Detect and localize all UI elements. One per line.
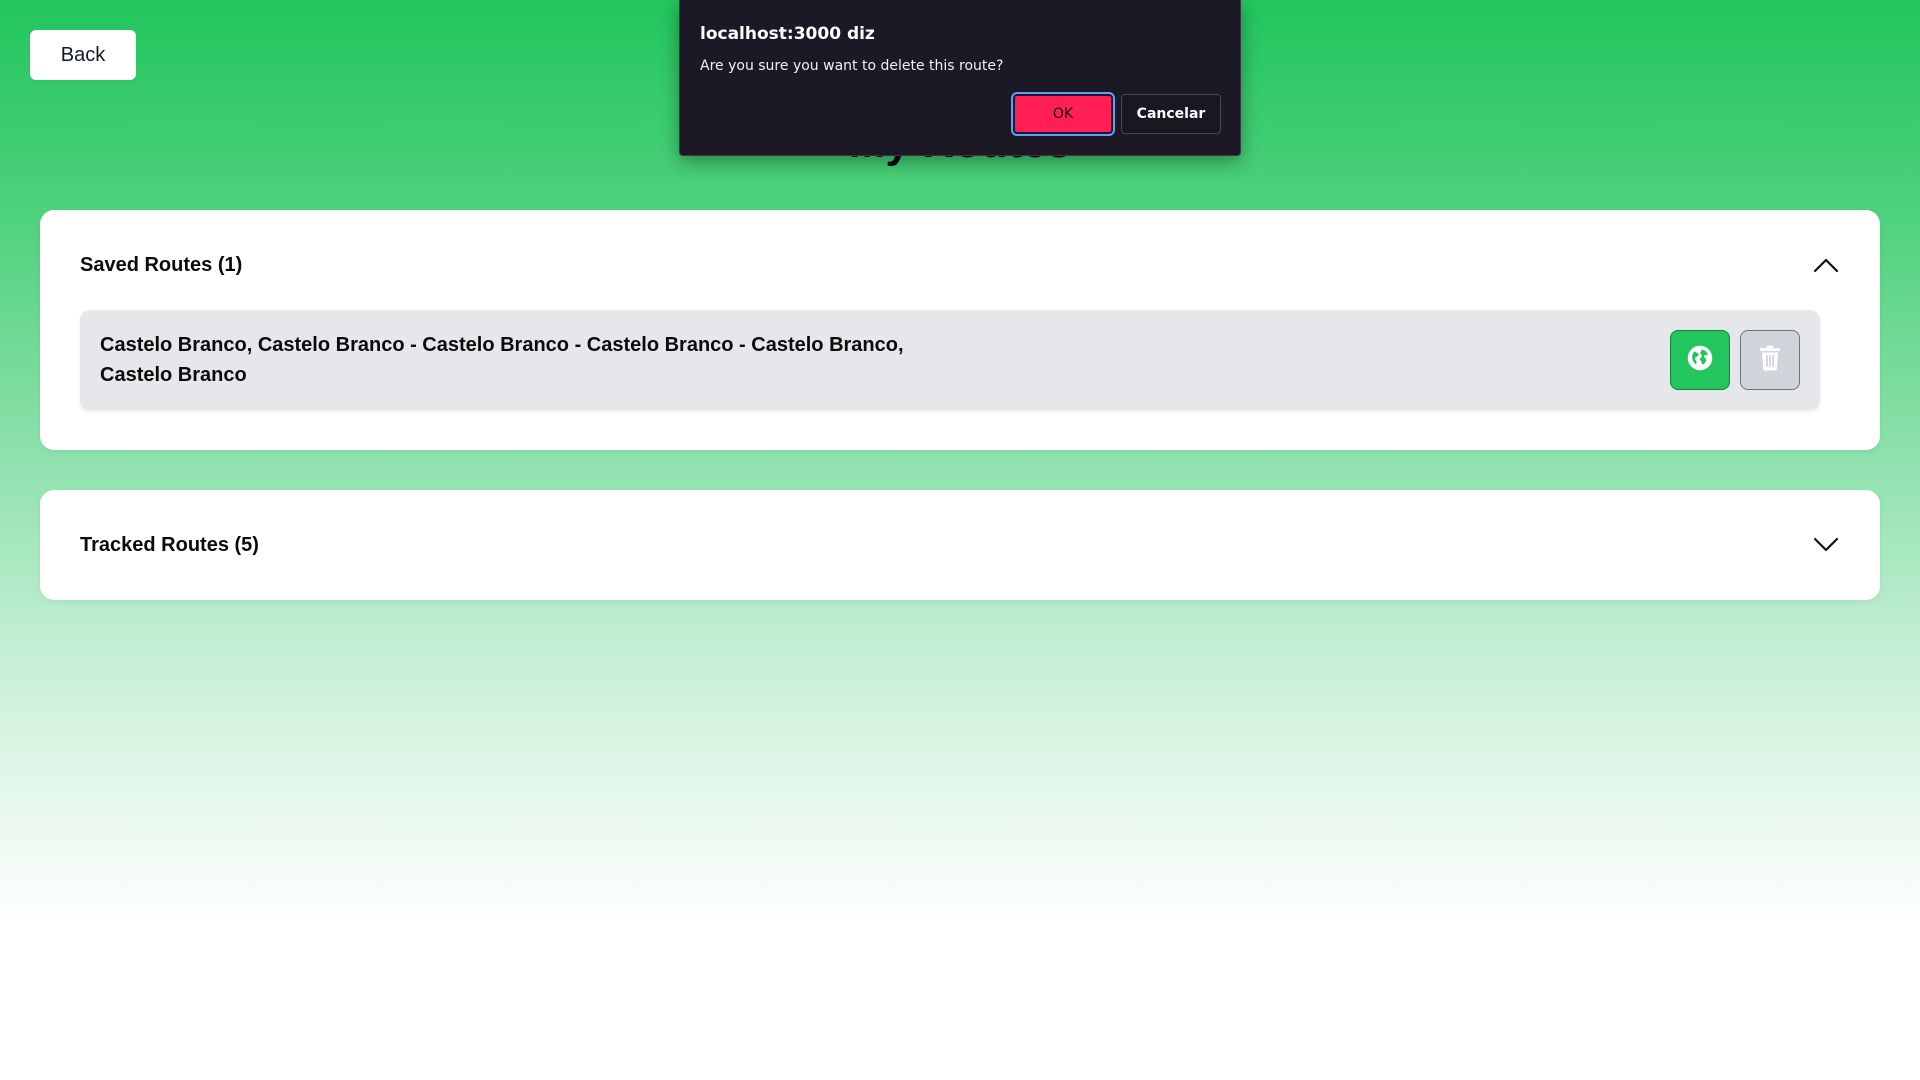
chevron-down-icon[interactable] xyxy=(1812,531,1840,559)
chevron-up-icon[interactable] xyxy=(1812,251,1840,279)
delete-route-button[interactable] xyxy=(1740,330,1800,390)
dialog-title: localhost:3000 diz xyxy=(700,24,875,44)
trash-icon xyxy=(1759,345,1781,376)
saved-routes-title: Saved Routes (1) xyxy=(80,253,243,276)
dialog-message: Are you sure you want to delete this rou… xyxy=(700,58,1004,74)
saved-routes-header[interactable]: Saved Routes (1) xyxy=(80,245,1840,285)
tracked-routes-panel: Tracked Routes (5) xyxy=(40,490,1880,600)
saved-route-item: Castelo Branco, Castelo Branco - Castelo… xyxy=(80,310,1820,410)
back-button[interactable]: Back xyxy=(30,30,136,80)
globe-icon xyxy=(1686,344,1714,377)
saved-route-name: Castelo Branco, Castelo Branco - Castelo… xyxy=(100,330,1000,390)
confirm-dialog: localhost:3000 diz Are you sure you want… xyxy=(679,0,1241,156)
tracked-routes-header[interactable]: Tracked Routes (5) xyxy=(80,525,1840,565)
saved-route-name-line-1: Castelo Branco, Castelo Branco - Castelo… xyxy=(100,334,904,356)
saved-route-name-line-2: Castelo Branco xyxy=(100,364,247,386)
dialog-ok-button[interactable]: OK xyxy=(1011,92,1115,136)
saved-routes-panel: Saved Routes (1) Castelo Branco, Castelo… xyxy=(40,210,1880,450)
view-route-button[interactable] xyxy=(1670,330,1730,390)
tracked-routes-title: Tracked Routes (5) xyxy=(80,533,259,556)
dialog-cancel-button[interactable]: Cancelar xyxy=(1121,94,1221,134)
